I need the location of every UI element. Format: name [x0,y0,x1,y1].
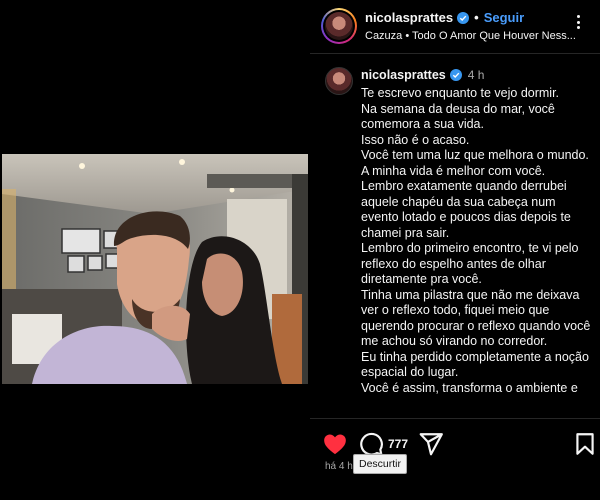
share-icon[interactable] [418,431,444,457]
caption-line: Isso não é o acaso. [361,132,470,147]
caption-line: Você é assim, transforma o ambiente e [361,380,578,395]
caption-line: Você tem uma luz que melhora o mundo. [361,148,589,162]
song-attribution[interactable]: Cazuza • Todo O Amor Que Houver Ness... [365,30,590,42]
more-options-icon[interactable] [568,12,588,32]
post-photo[interactable] [2,154,308,384]
caption-line: Na semana da deusa do mar, você comemora… [361,101,555,132]
caption-line: Tinha uma pilastra que não me deixava ve… [361,287,591,349]
caption-text: Te escrevo enquanto te vejo dormir. Na s… [361,86,593,396]
follow-button[interactable]: Seguir [484,10,524,25]
caption-header: nicolasprattes 4 h [361,68,484,82]
author-username[interactable]: nicolasprattes [365,10,453,25]
bookmark-icon[interactable] [572,431,598,457]
post-sidebar: nicolasprattes • Seguir Cazuza • Todo O … [310,0,600,500]
caption-line: Lembro do primeiro encontro, te vi pelo … [361,241,579,286]
unlike-tooltip: Descurtir [353,454,408,474]
heart-filled-icon[interactable] [322,431,348,457]
caption-line: A minha vida é melhor com você. [361,163,546,178]
caption-line: Eu tinha perdido completamente a noção e… [361,349,589,380]
post-actions: 777 há 4 h Descurtir [310,418,600,500]
comment-count: 777 [388,437,409,451]
caption-line: Lembro exatamente quando derrubei aquele… [361,179,571,240]
author-avatar[interactable] [321,8,357,44]
caption-line: Te escrevo enquanto te vejo dormir. [361,86,560,100]
author-line: nicolasprattes • Seguir [365,10,524,25]
post-photo-image [2,154,308,384]
post-header: nicolasprattes • Seguir Cazuza • Todo O … [310,0,600,54]
header-separator: • [474,10,479,25]
caption-time[interactable]: 4 h [468,68,485,82]
post-caption: nicolasprattes 4 h Te escrevo enquanto t… [310,54,600,416]
caption-username[interactable]: nicolasprattes [361,68,446,82]
media-pane [0,0,310,500]
caption-avatar[interactable] [325,67,353,95]
post-time-ago: há 4 h [325,461,353,472]
verified-badge-icon [457,11,470,24]
verified-badge-icon [449,69,462,81]
